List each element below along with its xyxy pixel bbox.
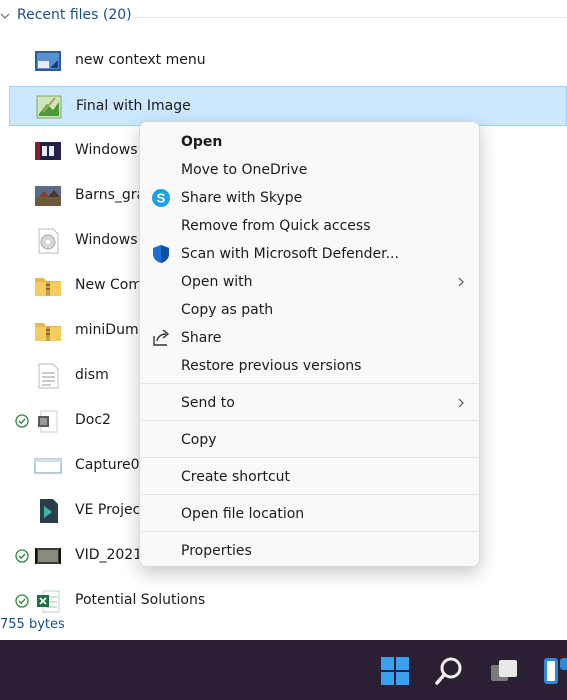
chevron-right-icon xyxy=(458,277,464,287)
file-name: dism xyxy=(75,367,109,383)
menu-item-move-to-onedrive[interactable]: Move to OneDrive xyxy=(140,156,479,184)
video-thumbnail-icon xyxy=(35,548,61,564)
menu-item-label: Copy as path xyxy=(181,302,274,318)
menu-item-open-with[interactable]: Open with xyxy=(140,268,479,296)
menu-item-label: Share xyxy=(181,330,222,346)
menu-item-label: Share with Skype xyxy=(181,190,303,206)
menu-item-share[interactable]: Share xyxy=(140,324,479,352)
defender-shield-icon xyxy=(153,245,169,263)
text-document-icon xyxy=(38,363,59,389)
chevron-down-icon[interactable] xyxy=(0,11,10,21)
menu-item-open-file-location[interactable]: Open file location xyxy=(140,500,479,528)
menu-separator xyxy=(141,420,478,421)
image-thumbnail-icon xyxy=(35,186,61,206)
chevron-right-icon xyxy=(458,398,464,408)
file-name: Windows xyxy=(75,142,138,158)
file-name: new context menu xyxy=(75,52,206,68)
menu-separator xyxy=(141,383,478,384)
file-name: Barns_gra xyxy=(75,187,146,203)
synced-check-icon xyxy=(15,594,29,608)
menu-item-label: Send to xyxy=(181,395,235,411)
menu-item-label: Create shortcut xyxy=(181,469,291,485)
image-editor-file-icon xyxy=(36,95,62,119)
taskbar xyxy=(0,640,567,700)
file-name: miniDump xyxy=(75,322,148,338)
skype-icon: S xyxy=(152,189,170,207)
menu-item-share-with-skype[interactable]: S Share with Skype xyxy=(140,184,479,212)
file-name: New Com xyxy=(75,277,142,293)
menu-item-label: Copy xyxy=(181,432,217,448)
file-name: Windows xyxy=(75,232,138,248)
synced-check-icon xyxy=(15,549,29,563)
menu-item-label: Move to OneDrive xyxy=(181,162,308,178)
menu-item-label: Open with xyxy=(181,274,253,290)
menu-item-copy[interactable]: Copy xyxy=(140,426,479,454)
task-view-icon[interactable] xyxy=(488,655,520,687)
status-bar-text: 755 bytes xyxy=(0,617,65,632)
menu-item-label: Properties xyxy=(181,543,252,559)
menu-item-label: Restore previous versions xyxy=(181,358,362,374)
menu-item-label: Open xyxy=(181,134,223,150)
widgets-icon[interactable] xyxy=(542,655,567,687)
file-row-selected[interactable]: Final with Image xyxy=(9,86,567,126)
video-project-icon xyxy=(40,499,58,523)
file-name: Potential Solutions xyxy=(75,592,206,608)
group-divider xyxy=(133,17,567,18)
start-icon[interactable] xyxy=(379,655,411,687)
menu-item-label: Open file location xyxy=(181,506,305,522)
menu-item-label: Remove from Quick access xyxy=(181,218,371,234)
menu-item-copy-as-path[interactable]: Copy as path xyxy=(140,296,479,324)
menu-item-properties[interactable]: Properties xyxy=(140,537,479,565)
image-thumbnail-icon xyxy=(35,51,61,71)
file-name: Doc2 xyxy=(75,412,111,428)
group-title: Recent files (20) xyxy=(17,7,132,23)
menu-item-scan-with-defender[interactable]: Scan with Microsoft Defender... xyxy=(140,240,479,268)
zip-folder-icon xyxy=(35,323,61,341)
menu-separator xyxy=(141,457,478,458)
menu-item-restore-previous-versions[interactable]: Restore previous versions xyxy=(140,352,479,380)
file-name: Capture0 xyxy=(75,457,140,473)
search-icon[interactable] xyxy=(433,655,465,687)
file-row[interactable]: Potential Solutions xyxy=(9,581,567,621)
file-name: Final with Image xyxy=(76,98,191,114)
context-menu: Open Move to OneDrive S Share with Skype… xyxy=(139,121,480,567)
file-name: VID_2021 xyxy=(75,547,143,563)
menu-item-send-to[interactable]: Send to xyxy=(140,389,479,417)
menu-item-label: Scan with Microsoft Defender... xyxy=(181,246,399,262)
menu-separator xyxy=(141,494,478,495)
synced-check-icon xyxy=(15,414,29,428)
excel-document-icon xyxy=(37,590,60,613)
menu-separator xyxy=(141,531,478,532)
menu-item-create-shortcut[interactable]: Create shortcut xyxy=(140,463,479,491)
screenshot-thumbnail-icon xyxy=(34,458,62,474)
file-row[interactable]: new context menu xyxy=(9,41,567,81)
file-name: VE Projec xyxy=(75,502,141,518)
zip-folder-icon xyxy=(35,278,61,296)
word-document-icon xyxy=(38,410,58,433)
recent-files-group-header[interactable]: Recent files (20) xyxy=(0,0,567,34)
menu-item-open[interactable]: Open xyxy=(140,128,479,156)
menu-item-remove-from-quick-access[interactable]: Remove from Quick access xyxy=(140,212,479,240)
share-icon xyxy=(153,329,170,346)
disc-image-icon xyxy=(38,228,59,254)
image-thumbnail-icon xyxy=(35,142,61,160)
svg-text:S: S xyxy=(157,191,166,206)
